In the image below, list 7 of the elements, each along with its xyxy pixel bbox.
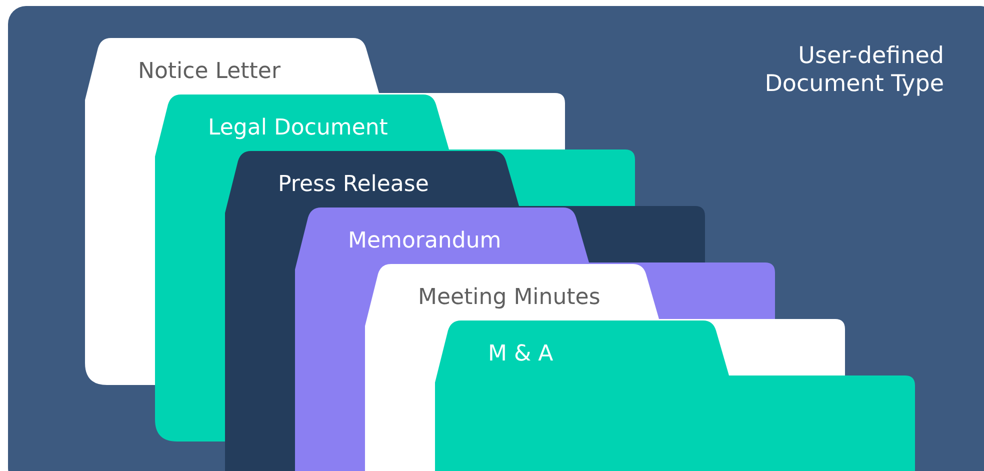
folder-label: Notice Letter bbox=[138, 59, 281, 84]
folder-label: Memorandum bbox=[348, 228, 502, 254]
folder-label: M & A bbox=[488, 342, 554, 366]
folder-label: Legal Document bbox=[208, 116, 388, 140]
folder-label: Meeting Minutes bbox=[418, 285, 600, 310]
panel-title: User-defined Document Type bbox=[764, 42, 944, 98]
folder-label: Press Release bbox=[278, 172, 429, 197]
